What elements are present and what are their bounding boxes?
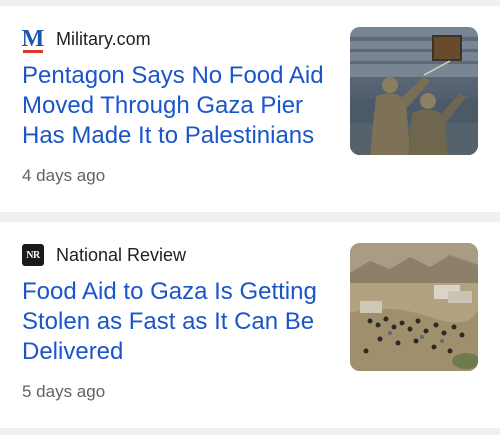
article-thumbnail[interactable] (350, 243, 478, 371)
crowd-around-aid-trucks-image (350, 243, 478, 371)
article-headline[interactable]: Pentagon Says No Food Aid Moved Through … (22, 61, 332, 151)
news-card[interactable]: M Military.com Pentagon Says No Food Aid… (0, 6, 500, 212)
article-thumbnail[interactable] (350, 27, 478, 155)
soldiers-at-pier-image (350, 27, 478, 155)
news-source: M Military.com (21, 26, 151, 53)
article-timestamp: 4 days ago (22, 166, 106, 185)
article-headline[interactable]: Food Aid to Gaza Is Getting Stolen as Fa… (22, 277, 332, 367)
news-source: NR National Review (22, 242, 186, 268)
news-card[interactable]: NR National Review Food Aid to Gaza Is G… (0, 222, 500, 428)
national-review-logo-icon: NR (22, 244, 44, 266)
source-name: National Review (56, 244, 187, 265)
source-name: Military.com (56, 28, 151, 49)
article-timestamp: 5 days ago (22, 382, 106, 401)
military-logo-icon: M (21, 26, 45, 53)
